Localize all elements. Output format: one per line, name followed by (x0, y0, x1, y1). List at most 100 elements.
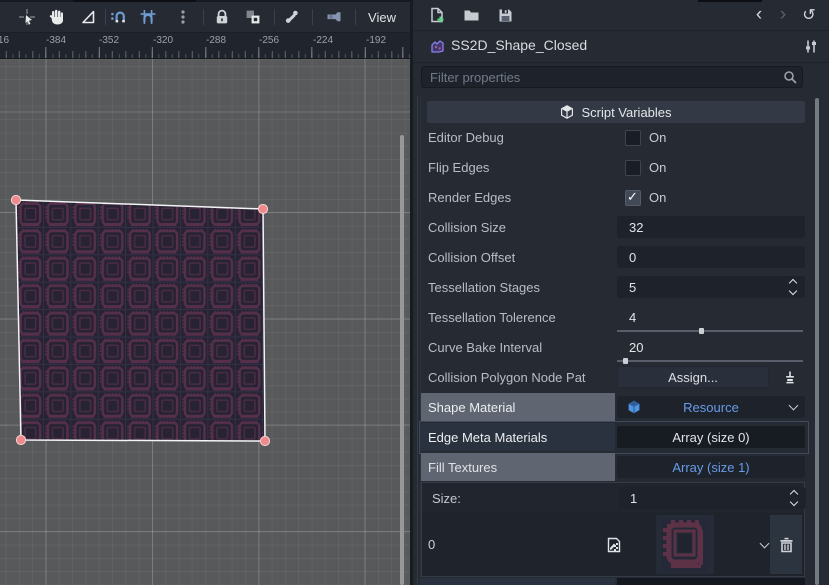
ruler-tool-icon[interactable] (76, 6, 100, 28)
tessellation-stages-field[interactable]: 5 (617, 276, 805, 298)
node-picker-icon[interactable] (777, 366, 803, 388)
inspector-panel: ‹ › ↺ SS2D_Shape_Closed Script Variables (413, 0, 829, 585)
fill-textures-array-button[interactable]: Array (size 1) (617, 456, 805, 478)
edit-texture-icon[interactable] (606, 537, 622, 556)
lock-icon[interactable] (210, 6, 234, 28)
smart-snap-icon[interactable] (106, 6, 130, 28)
ruler-label: -224 (313, 35, 333, 46)
property-label: Fill Textures (428, 452, 497, 482)
delete-item-button[interactable] (770, 515, 802, 574)
property-label: Collision Size (428, 212, 506, 242)
shape-polygon[interactable] (0, 59, 410, 585)
field-value: 5 (629, 276, 636, 298)
property-label: Tessellation Stages (428, 272, 540, 302)
field-value: Resource (617, 396, 805, 418)
checkbox-text: On (649, 186, 666, 208)
chevron-down-icon[interactable] (760, 540, 768, 548)
edge-meta-materials-array-button[interactable]: Array (size 0) (617, 426, 805, 448)
ruler-label: -288 (206, 35, 226, 46)
field-value: 20 (629, 336, 643, 358)
field-value: 1 (630, 487, 637, 509)
camera-icon[interactable] (322, 6, 346, 28)
field-value: 4 (629, 306, 636, 328)
filter-row (413, 62, 829, 93)
checkbox-text: On (649, 126, 666, 148)
array-size-field[interactable]: 1 (618, 487, 806, 509)
array-item-index: 0 (428, 513, 435, 576)
horizontal-ruler[interactable]: -416 -384 -352 -320 -288 -256 -224 -192 (0, 33, 410, 59)
save-resource-icon[interactable] (493, 4, 517, 26)
object-history-icon[interactable]: ↺ (797, 4, 821, 26)
property-label: Tessellation Tolerence (428, 302, 556, 332)
history-back-icon[interactable]: ‹ (747, 4, 771, 26)
property-label: Collision Offset (428, 242, 515, 272)
property-row-curve-bake-interval: Curve Bake Interval 20 (421, 332, 805, 362)
property-row-shape-material: Shape Material Resource (421, 392, 805, 422)
bone-icon[interactable] (280, 6, 304, 28)
inspector-scrollbar[interactable] (815, 98, 819, 585)
section-title: Script Variables (581, 105, 671, 120)
group-icon[interactable] (241, 6, 265, 28)
search-icon (783, 70, 797, 87)
grid-snap-icon[interactable] (136, 6, 160, 28)
property-row-flip-edges: Flip Edges On (421, 152, 805, 182)
property-row-render-edges: Render Edges On (421, 182, 805, 212)
property-row-tessellation-stages: Tessellation Stages 5 (421, 272, 805, 302)
edited-object-row[interactable]: SS2D_Shape_Closed (413, 31, 829, 63)
property-label: Shape Material (428, 392, 515, 422)
spinner-updown-icon[interactable] (789, 490, 799, 506)
inspector-tools-icon[interactable] (799, 35, 823, 57)
checkbox-text: On (649, 156, 666, 178)
editor-debug-checkbox[interactable] (625, 130, 641, 146)
snap-options-kebab-icon[interactable] (173, 6, 193, 28)
toolbar-separator (355, 9, 356, 25)
fill-textures-array-editor: Size: 1 0 (421, 482, 805, 577)
next-property-value-partial (617, 578, 805, 585)
property-row-collision-polygon-node-path: Collision Polygon Node Pat Assign... (421, 362, 805, 392)
texture-thumbnail[interactable] (656, 515, 714, 574)
section-guide-line (417, 96, 418, 585)
node-class-icon (425, 35, 449, 57)
property-label: Flip Edges (428, 152, 489, 182)
curve-bake-interval-field[interactable]: 20 (617, 336, 805, 358)
canvas-toolbar: View (0, 2, 410, 33)
property-label: Curve Bake Interval (428, 332, 542, 362)
property-row-fill-textures: Fill Textures Array (size 1) (421, 452, 805, 482)
view-menu-button[interactable]: View (360, 5, 404, 29)
ruler-label: -192 (366, 35, 386, 46)
ruler-label: -320 (153, 35, 173, 46)
ruler-label: -352 (99, 35, 119, 46)
tessellation-tolerence-field[interactable]: 4 (617, 306, 805, 328)
ruler-label: -384 (46, 35, 66, 46)
property-label: Edge Meta Materials (428, 422, 547, 452)
collision-offset-field[interactable]: 0 (617, 246, 805, 268)
field-value: Array (size 0) (617, 426, 805, 448)
load-resource-icon[interactable] (459, 4, 483, 26)
flip-edges-checkbox[interactable] (625, 160, 641, 176)
property-label: Collision Polygon Node Pat (428, 362, 586, 392)
ruler-label: -416 (0, 35, 9, 46)
property-label: Render Edges (428, 182, 511, 212)
collision-size-field[interactable]: 32 (617, 216, 805, 238)
assign-node-path-button[interactable]: Assign... (617, 366, 769, 388)
select-tool-icon[interactable] (15, 6, 39, 28)
trash-icon (779, 537, 794, 553)
script-variables-header[interactable]: Script Variables (427, 101, 805, 123)
spinner-updown-icon[interactable] (788, 279, 798, 295)
ruler-label: -256 (259, 35, 279, 46)
inspector-toolbar: ‹ › ↺ (413, 0, 829, 31)
filter-properties-input[interactable] (421, 66, 803, 88)
object-name: SS2D_Shape_Closed (451, 37, 587, 53)
array-item-row: 0 (422, 513, 804, 576)
canvas-pane: View -416 -384 -352 -320 -288 -256 -224 … (0, 0, 410, 585)
shape-material-resource[interactable]: Resource (617, 396, 805, 418)
chevron-down-icon[interactable] (789, 402, 797, 410)
godot-editor-window: View -416 -384 -352 -320 -288 -256 -224 … (0, 0, 829, 585)
history-forward-icon[interactable]: › (771, 4, 795, 26)
render-edges-checkbox[interactable] (625, 190, 641, 206)
field-value: 32 (629, 216, 643, 238)
viewport-vertical-scrollbar[interactable] (400, 135, 404, 585)
pan-hand-icon[interactable] (45, 6, 69, 28)
canvas-viewport[interactable] (0, 59, 410, 585)
new-resource-icon[interactable] (425, 4, 449, 26)
